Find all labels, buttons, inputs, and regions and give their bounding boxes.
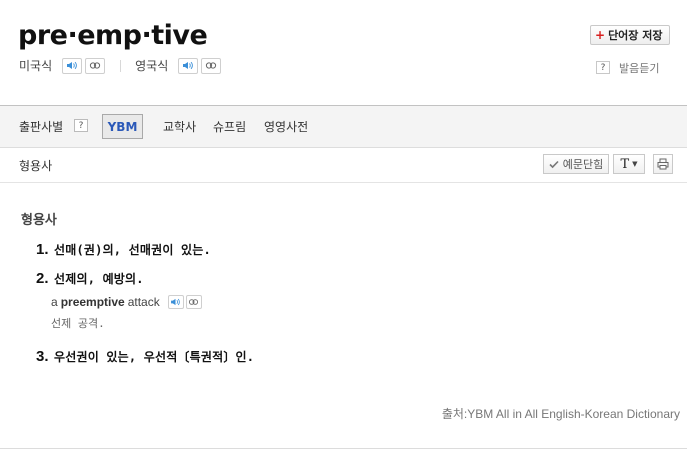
save-to-wordbook-label: 단어장 저장 — [608, 29, 663, 42]
source-tabs-bar: 출판사별 ? YBM 교학사 슈프림 영영사전 — [0, 105, 687, 148]
sense-definition: 선매(권)의, 선매권이 있는. — [54, 243, 211, 257]
sense-number: 2. — [36, 270, 49, 287]
sense-definition: 우선권이 있는, 우선적〔특권적〕인. — [54, 350, 255, 364]
sense-item: 2. 선제의, 예방의. — [36, 270, 144, 287]
example-translation: 선제 공격. — [51, 317, 105, 330]
tab-publisher[interactable]: 출판사별 — [19, 118, 63, 135]
pos-heading: 형용사 — [21, 213, 57, 228]
pronunciation-row: 미국식 영국식 — [19, 57, 224, 74]
sense-item: 3. 우선권이 있는, 우선적〔특권적〕인. — [36, 348, 254, 365]
word-header: pre·emp·tive + 단어장 저장 미국식 영국식 ? 발음듣기 — [0, 0, 687, 105]
pos-label[interactable]: 형용사 — [19, 157, 52, 174]
publisher-help-icon[interactable]: ? — [74, 119, 88, 132]
repeat-icon[interactable] — [185, 295, 202, 309]
sense-item: 1. 선매(권)의, 선매권이 있는. — [36, 241, 211, 258]
divider — [0, 448, 687, 449]
speaker-icon[interactable] — [167, 295, 184, 309]
example-sentence: a preemptive attack — [51, 295, 204, 309]
caret-down-icon: ▼ — [632, 160, 638, 168]
example-toggle-label: 예문단힘 — [562, 158, 604, 171]
speaker-icon[interactable] — [178, 57, 199, 74]
tab-english-english[interactable]: 영영사전 — [264, 118, 308, 135]
tab-ybm[interactable]: YBM — [102, 114, 143, 139]
sense-number: 3. — [36, 348, 49, 365]
plus-icon: + — [595, 28, 606, 42]
font-size-label: T — [620, 156, 630, 172]
dictionary-source: 출처:YBM All in All English-Korean Diction… — [441, 407, 680, 421]
speaker-icon[interactable] — [62, 57, 83, 74]
pron-us-label: 미국식 — [19, 59, 53, 73]
print-button[interactable] — [653, 154, 673, 174]
example-post: attack — [127, 295, 160, 309]
repeat-icon[interactable] — [85, 57, 106, 74]
sense-number: 1. — [36, 241, 49, 258]
repeat-icon[interactable] — [201, 57, 222, 74]
font-size-button[interactable]: T ▼ — [613, 154, 645, 174]
example-pre: a — [51, 295, 58, 309]
example-keyword: preemptive — [60, 295, 125, 309]
headword: pre·emp·tive — [18, 20, 208, 51]
pron-uk-label: 영국식 — [135, 59, 169, 73]
save-to-wordbook-button[interactable]: + 단어장 저장 — [590, 25, 670, 45]
sense-definition: 선제의, 예방의. — [54, 272, 144, 286]
check-icon — [549, 160, 559, 168]
tab-supreme[interactable]: 슈프림 — [213, 118, 246, 135]
printer-icon — [657, 158, 669, 170]
tab-kyohaksa[interactable]: 교학사 — [163, 118, 196, 135]
pron-help-icon[interactable]: ? — [596, 61, 610, 74]
pron-listen-link[interactable]: 발음듣기 — [619, 60, 659, 76]
pos-toolbar: 형용사 예문단힘 T ▼ — [0, 148, 687, 183]
definition-content: 형용사 1. 선매(권)의, 선매권이 있는. 2. 선제의, 예방의. a p… — [0, 183, 687, 448]
example-toggle-button[interactable]: 예문단힘 — [543, 154, 609, 174]
divider — [120, 59, 122, 72]
